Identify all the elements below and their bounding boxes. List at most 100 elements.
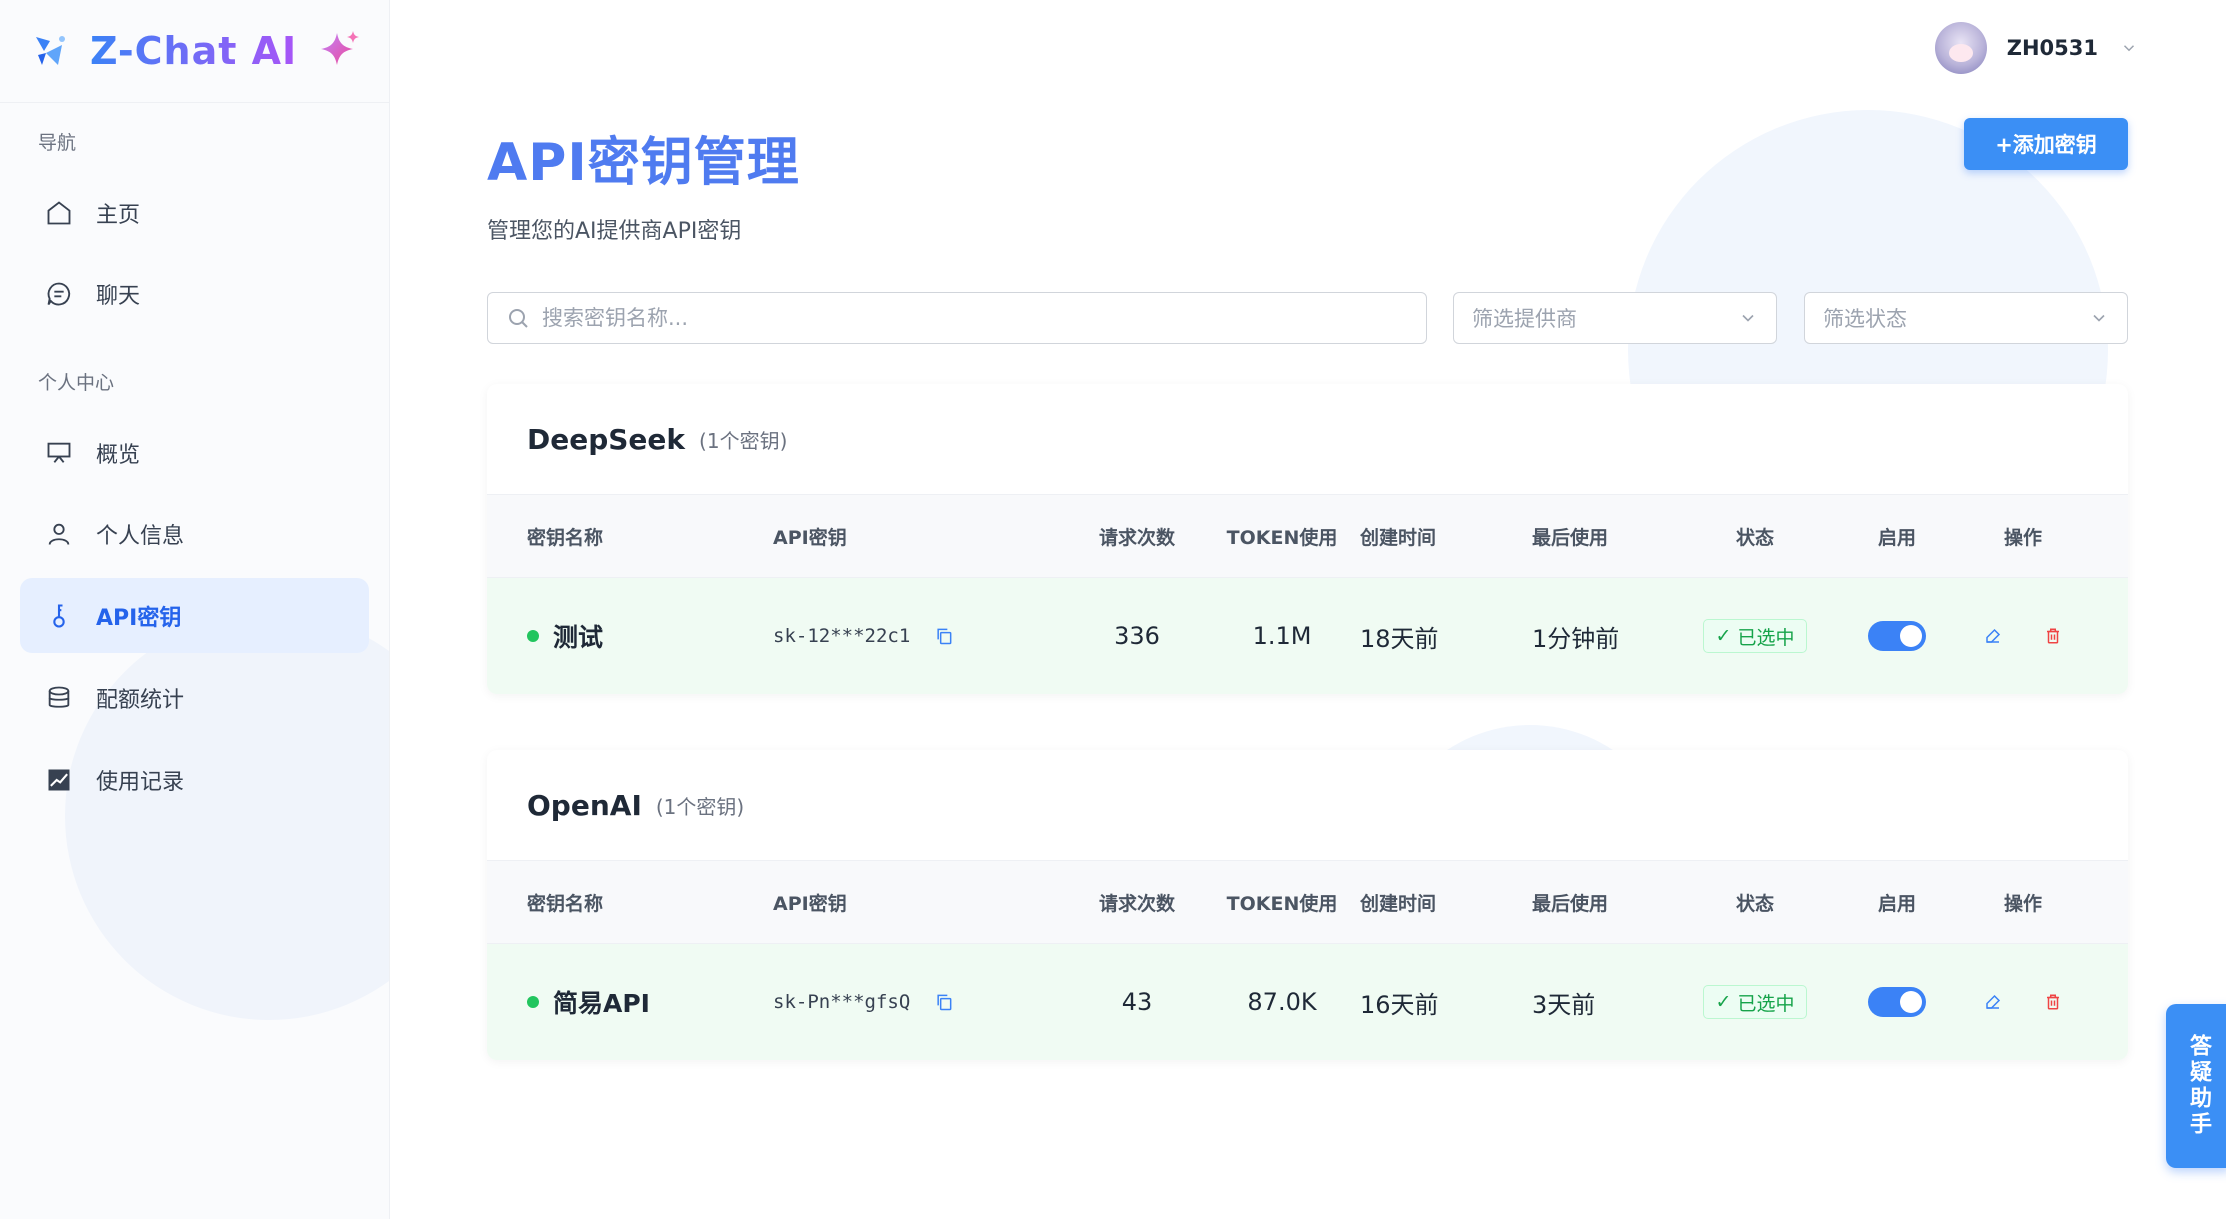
column-header: 启用 — [1877, 526, 1916, 549]
status-label: 已选中 — [1737, 992, 1795, 1015]
user-icon — [44, 519, 74, 549]
enable-toggle[interactable] — [1868, 987, 1926, 1017]
column-header: 最后使用 — [1532, 526, 1609, 549]
column-header: 密钥名称 — [527, 526, 604, 549]
column-header: 状态 — [1735, 892, 1774, 915]
status-cell: ✓ 已选中 — [1695, 578, 1815, 694]
api-key-cell: sk-12***22c1 — [773, 578, 954, 694]
sidebar-item-label: 概览 — [96, 442, 141, 468]
status-dot — [527, 996, 539, 1008]
edit-icon[interactable] — [1981, 624, 2005, 648]
provider-filter-placeholder: 筛选提供商 — [1472, 307, 1577, 331]
created-cell: 16天前 — [1360, 990, 1439, 1019]
column-header: TOKEN使用 — [1226, 892, 1338, 915]
page-title: API密钥管理 — [487, 133, 800, 193]
provider-filter-select[interactable]: 筛选提供商 — [1453, 292, 1777, 344]
api-key-value: sk-12***22c1 — [773, 625, 911, 647]
sidebar-item-label: 聊天 — [96, 283, 141, 309]
chevron-down-icon — [1742, 314, 1754, 322]
page-subtitle: 管理您的AI提供商API密钥 — [487, 219, 742, 244]
sidebar-item-label: 配额统计 — [96, 687, 185, 713]
presentation-icon — [44, 438, 74, 468]
table-header: 密钥名称 API密钥 请求次数 TOKEN使用 创建时间 最后使用 状态 启用 … — [487, 494, 2128, 578]
edit-icon[interactable] — [1981, 990, 2005, 1014]
column-header: TOKEN使用 — [1226, 526, 1338, 549]
nav-section-title: 个人中心 — [38, 372, 115, 394]
api-key-cell: sk-Pn***gfsQ — [773, 944, 954, 1060]
copy-icon[interactable] — [934, 626, 954, 646]
table-header: 密钥名称 API密钥 请求次数 TOKEN使用 创建时间 最后使用 状态 启用 … — [487, 860, 2128, 944]
search-icon — [509, 309, 528, 328]
copy-icon[interactable] — [934, 992, 954, 1012]
column-header: 最后使用 — [1532, 892, 1609, 915]
sidebar-item-label: API密钥 — [96, 605, 182, 631]
column-header: 创建时间 — [1360, 526, 1437, 549]
tokens-cell: 1.1M — [1252, 622, 1312, 650]
actions-cell — [1963, 944, 2083, 1060]
sidebar-item-overview[interactable]: 概览 — [20, 415, 369, 490]
enable-toggle[interactable] — [1868, 621, 1926, 651]
delete-icon[interactable] — [2041, 990, 2065, 1014]
enable-cell — [1837, 944, 1957, 1060]
add-key-button[interactable]: +添加密钥 — [1964, 118, 2128, 170]
last-used-cell: 1分钟前 — [1532, 624, 1620, 653]
status-filter-select[interactable]: 筛选状态 — [1804, 292, 2128, 344]
sidebar-item-home[interactable]: 主页 — [20, 175, 369, 250]
provider-group-openai: OpenAI (1个密钥) 密钥名称 API密钥 请求次数 TOKEN使用 创建… — [487, 750, 2128, 1060]
username: ZH0531 — [2006, 36, 2098, 60]
delete-icon[interactable] — [2041, 624, 2065, 648]
enable-cell — [1837, 578, 1957, 694]
search-input[interactable] — [542, 306, 1402, 330]
sidebar-item-api-keys[interactable]: API密钥 — [20, 578, 369, 653]
key-name-cell: 简易API — [527, 944, 650, 1060]
sidebar-item-label: 主页 — [96, 202, 141, 228]
key-name-cell: 测试 — [527, 578, 603, 694]
tokens-cell: 87.0K — [1247, 988, 1317, 1016]
table-row[interactable]: 简易API sk-Pn***gfsQ 43 87.0K 16天前 3天前 ✓ 已… — [487, 944, 2128, 1060]
group-header: DeepSeek (1个密钥) — [487, 384, 2128, 494]
group-count: (1个密钥) — [699, 428, 788, 453]
actions-cell — [1963, 578, 2083, 694]
user-menu[interactable]: ZH0531 — [1934, 22, 2138, 74]
app-logo[interactable]: Z-Chat AI — [0, 0, 389, 103]
key-name: 测试 — [553, 623, 604, 652]
search-box[interactable] — [487, 292, 1427, 344]
sidebar-item-chat[interactable]: 聊天 — [20, 256, 369, 331]
home-icon — [44, 198, 74, 228]
sidebar-item-profile[interactable]: 个人信息 — [20, 496, 369, 571]
column-header: API密钥 — [773, 526, 847, 549]
table-row[interactable]: 测试 sk-12***22c1 336 1.1M 18天前 1分钟前 ✓ 已选中 — [487, 578, 2128, 694]
column-header: 请求次数 — [1098, 892, 1175, 915]
chat-icon — [44, 279, 74, 309]
column-header: 请求次数 — [1098, 526, 1175, 549]
key-icon — [44, 601, 74, 631]
sidebar-item-usage[interactable]: 使用记录 — [20, 742, 369, 817]
avatar — [1934, 22, 1987, 74]
provider-group-deepseek: DeepSeek (1个密钥) 密钥名称 API密钥 请求次数 TOKEN使用 … — [487, 384, 2128, 694]
group-header: OpenAI (1个密钥) — [487, 750, 2128, 860]
column-header: 状态 — [1735, 526, 1774, 549]
column-header: 密钥名称 — [527, 892, 604, 915]
help-assistant-button[interactable]: 答疑助手 — [2166, 1004, 2226, 1168]
requests-cell: 336 — [1114, 622, 1160, 650]
column-header: 启用 — [1877, 892, 1916, 915]
logo-icon — [36, 36, 65, 65]
status-badge: ✓ 已选中 — [1702, 985, 1808, 1019]
requests-cell: 43 — [1121, 988, 1153, 1016]
status-cell: ✓ 已选中 — [1695, 944, 1815, 1060]
group-count: (1个密钥) — [655, 794, 745, 819]
status-label: 已选中 — [1737, 626, 1795, 649]
sidebar-item-quota[interactable]: 配额统计 — [20, 660, 369, 735]
key-name: 简易API — [553, 989, 650, 1018]
status-dot — [527, 630, 539, 642]
sidebar: Z-Chat AI 导航 主页 聊天 个人中心 概览 个人信息 API密钥 配额… — [0, 0, 390, 1219]
chevron-down-icon — [2123, 45, 2135, 52]
database-icon — [44, 683, 74, 713]
group-name: DeepSeek — [527, 422, 686, 456]
column-header: 操作 — [2003, 526, 2042, 549]
nav-section-title: 导航 — [38, 132, 77, 154]
created-cell: 18天前 — [1360, 624, 1439, 653]
status-filter-placeholder: 筛选状态 — [1823, 307, 1907, 331]
column-header: API密钥 — [773, 892, 847, 915]
sparkle-icon — [321, 31, 360, 65]
